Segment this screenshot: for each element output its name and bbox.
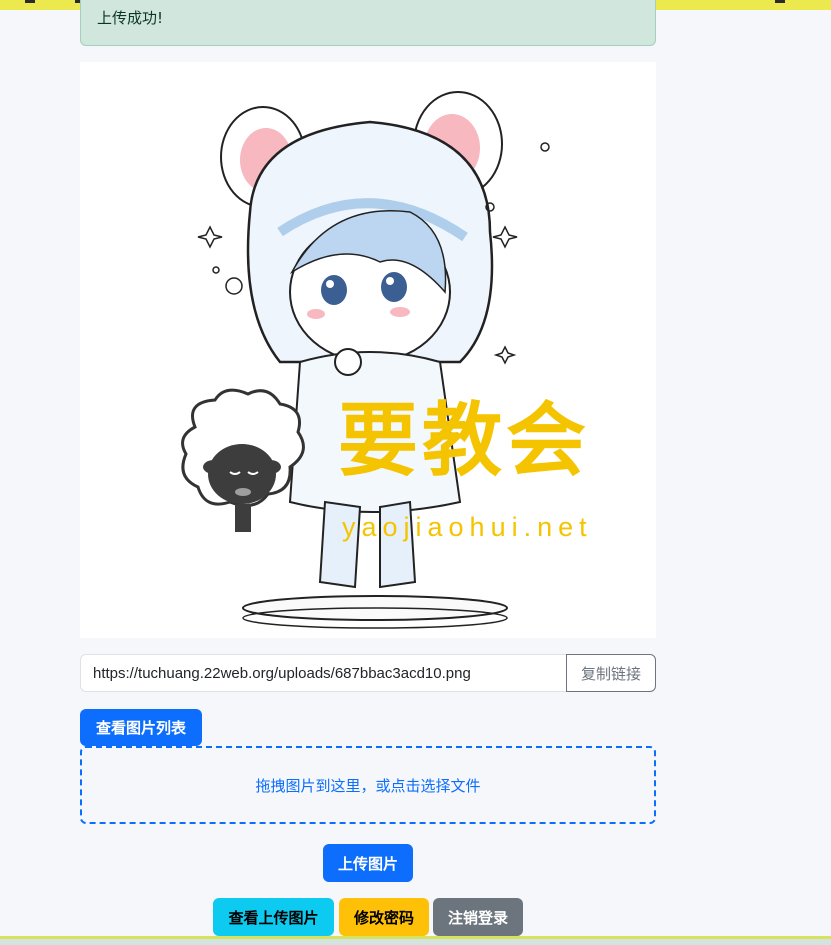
uploaded-image-preview: 要教会 yaojiaohui.net [80, 62, 656, 638]
anime-character-image [181, 91, 550, 629]
dropzone-text: 拖拽图片到这里，或点击选择文件 [255, 776, 481, 795]
view-uploaded-images-button[interactable]: 查看上传图片 [213, 898, 334, 936]
file-dropzone[interactable]: 拖拽图片到这里，或点击选择文件 [80, 746, 656, 824]
upload-image-button[interactable]: 上传图片 [323, 844, 413, 882]
change-password-button[interactable]: 修改密码 [339, 898, 429, 936]
browser-bottom-strip [0, 936, 831, 945]
success-message: 上传成功! [97, 9, 164, 27]
watermark-logo-text: 要教会 [338, 393, 590, 487]
copy-link-button[interactable]: 复制链接 [566, 654, 656, 692]
success-alert: 上传成功! [80, 0, 656, 46]
view-image-list-button[interactable]: 查看图片列表 [80, 709, 202, 746]
logout-button[interactable]: 注销登录 [433, 898, 523, 936]
image-link-group: 复制链接 [80, 654, 656, 692]
watermark-url-text: yaojiaohui.net [342, 512, 593, 542]
image-url-field[interactable] [80, 654, 566, 692]
